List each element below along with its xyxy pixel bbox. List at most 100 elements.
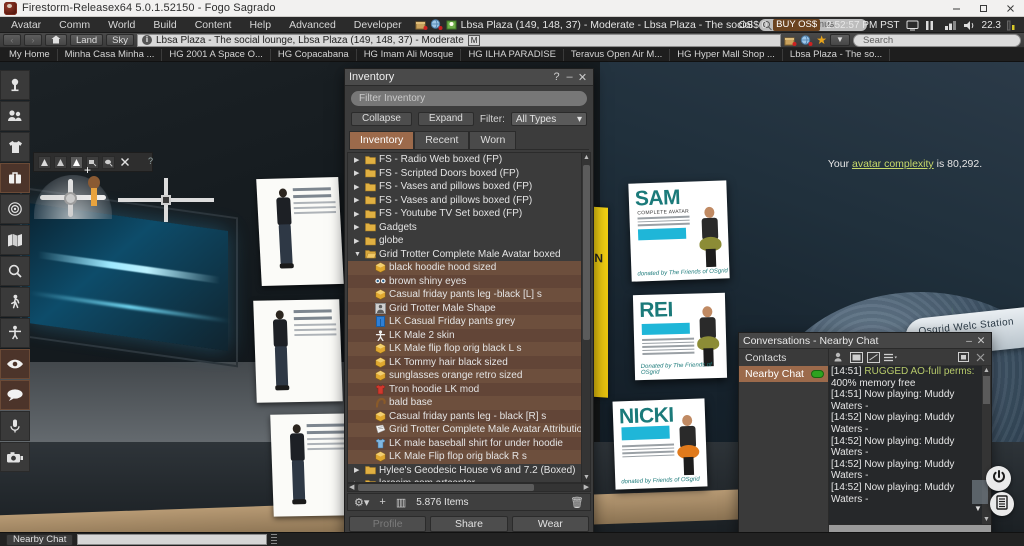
- home-icon[interactable]: [45, 34, 67, 46]
- location-input[interactable]: i Lbsa Plaza - The social lounge, Lbsa P…: [136, 33, 782, 47]
- buy-currency-button[interactable]: BUY OS$: [773, 19, 821, 31]
- toolbar-button-avatar-profile[interactable]: [0, 70, 30, 100]
- tab-worn[interactable]: Worn: [469, 131, 517, 149]
- resize-grip[interactable]: [271, 534, 278, 545]
- nearby-chat-input[interactable]: [77, 534, 268, 545]
- favorite-star-icon[interactable]: ★: [816, 34, 827, 46]
- filter-type-select[interactable]: All Types ▾: [510, 112, 587, 126]
- menu-item-build[interactable]: Build: [144, 17, 185, 33]
- conversations-window[interactable]: Conversations - Nearby Chat – ✕ Contacts…: [738, 332, 992, 542]
- toolbar-button-people[interactable]: [0, 101, 30, 131]
- toolbar-button-chat[interactable]: [0, 380, 30, 410]
- inventory-item[interactable]: LK Male flip flop orig black L s: [348, 342, 590, 356]
- package-icon[interactable]: [415, 18, 428, 31]
- close-icon[interactable]: [118, 156, 131, 169]
- chevron-right-icon[interactable]: ▶: [354, 237, 362, 245]
- screen-icon[interactable]: [906, 20, 919, 31]
- menu-item-advanced[interactable]: Advanced: [280, 17, 345, 33]
- menu-item-comm[interactable]: Comm: [50, 17, 99, 33]
- power-button[interactable]: [986, 466, 1011, 491]
- nav-back-button[interactable]: ‹: [3, 34, 21, 46]
- menu-item-help[interactable]: Help: [240, 17, 280, 33]
- favorite-item-2[interactable]: HG 2001 A Space O...: [162, 48, 271, 61]
- orbit-icon[interactable]: [38, 155, 51, 169]
- chevron-right-icon[interactable]: ▶: [354, 223, 362, 231]
- object-view-icon[interactable]: [102, 155, 115, 169]
- nav-forward-button[interactable]: ›: [24, 34, 42, 46]
- chevron-right-icon[interactable]: ▶: [354, 466, 362, 474]
- favorite-item-3[interactable]: HG Copacabana: [271, 48, 357, 61]
- inventory-item[interactable]: Casual friday pants leg -black [L] s: [348, 288, 590, 302]
- collapse-button[interactable]: Collapse: [351, 112, 412, 126]
- chevron-right-icon[interactable]: ▶: [354, 196, 362, 204]
- scroll-thumb[interactable]: [983, 376, 990, 404]
- plus-icon[interactable]: +: [379, 496, 385, 508]
- inventory-filter-input[interactable]: Filter Inventory: [351, 91, 587, 106]
- toolbar-button-move[interactable]: [0, 287, 30, 317]
- scroll-down-arrow[interactable]: ▼: [583, 474, 590, 481]
- sky-button[interactable]: Sky: [106, 34, 134, 46]
- camera-controls-floater[interactable]: [33, 152, 153, 172]
- toolbar-button-map[interactable]: [0, 225, 30, 255]
- pause-icon[interactable]: [925, 20, 938, 31]
- expand-icon[interactable]: [957, 351, 970, 363]
- profile-button[interactable]: Profile: [349, 516, 427, 532]
- camera-pan-control[interactable]: [118, 178, 214, 222]
- inventory-item[interactable]: ▶ FS - Vases and pillows boxed (FP): [348, 194, 590, 208]
- inventory-list[interactable]: ▶ FS - Radio Web boxed (FP) ▶ FS - Scripted…: [347, 152, 591, 483]
- package-icon-nav[interactable]: [784, 34, 797, 47]
- favorite-item-4[interactable]: HG Imam Ali Mosque: [357, 48, 462, 61]
- chevron-down-icon[interactable]: ▼: [830, 34, 850, 46]
- inventory-item[interactable]: LK male baseball shirt for under hoodie: [348, 436, 590, 450]
- inventory-item[interactable]: ▶ globe: [348, 234, 590, 248]
- inventory-item[interactable]: ▶ Gadgets: [348, 221, 590, 235]
- close-icon[interactable]: ✕: [576, 71, 589, 84]
- inventory-item[interactable]: bald base: [348, 396, 590, 410]
- chat-icon[interactable]: [867, 351, 880, 363]
- chevron-down-icon[interactable]: ▼: [974, 504, 982, 513]
- minimize-icon[interactable]: –: [563, 71, 576, 83]
- zoom-icon[interactable]: [70, 155, 83, 169]
- inventory-item[interactable]: sunglasses orange retro sized: [348, 369, 590, 383]
- scroll-up-arrow[interactable]: ▲: [983, 367, 990, 374]
- inventory-item[interactable]: ▶ FS - Youtube TV Set boxed (FP): [348, 207, 590, 221]
- toolbar-button-appearance[interactable]: [0, 132, 30, 162]
- chevron-right-icon[interactable]: ▶: [354, 210, 362, 218]
- search-input[interactable]: Search: [853, 33, 1021, 47]
- side-panel-handle[interactable]: [972, 480, 988, 504]
- favorite-item-0[interactable]: My Home: [2, 48, 58, 61]
- inventory-item[interactable]: Casual friday pants leg - black [R] s: [348, 409, 590, 423]
- pan-icon[interactable]: [54, 155, 67, 169]
- inventory-titlebar[interactable]: Inventory ? – ✕: [345, 69, 593, 86]
- scroll-thumb-h[interactable]: [358, 484, 534, 491]
- chevron-down-icon[interactable]: ▼: [354, 251, 362, 258]
- help-icon[interactable]: ?: [550, 71, 563, 83]
- toolbar-button-stand[interactable]: [0, 318, 30, 348]
- toolbar-button-inventory[interactable]: [0, 163, 30, 193]
- scroll-up-arrow[interactable]: ▲: [583, 154, 590, 161]
- toolbar-button-radar[interactable]: [0, 194, 30, 224]
- network-icon[interactable]: [944, 20, 957, 31]
- favorite-item-1[interactable]: Minha Casa Minha ...: [58, 48, 163, 61]
- volume-icon[interactable]: [963, 20, 976, 31]
- inventory-item[interactable]: black hoodie hood sized: [348, 261, 590, 275]
- inventory-item[interactable]: brown shiny eyes: [348, 274, 590, 288]
- inventory-item[interactable]: Grid Trotter Complete Male Avatar Attrib…: [348, 423, 590, 437]
- menu-item-world[interactable]: World: [99, 17, 144, 33]
- favorite-item-5[interactable]: HG ILHA PARADISE: [461, 48, 564, 61]
- menu-button[interactable]: [990, 492, 1014, 516]
- close-tab-icon[interactable]: [974, 351, 987, 363]
- inventory-item[interactable]: LK Male 2 skin: [348, 328, 590, 342]
- favorite-item-7[interactable]: HG Hyper Mall Shop ...: [670, 48, 783, 61]
- gear-icon[interactable]: ⚙▾: [354, 496, 369, 509]
- inventory-window[interactable]: Inventory ? – ✕ Filter Inventory Collaps…: [344, 68, 594, 538]
- globe-icon[interactable]: [430, 18, 443, 31]
- chat-log[interactable]: [14:51] RUGGED AO-full perms: 400% memory…: [829, 366, 982, 524]
- scroll-thumb[interactable]: [583, 165, 590, 340]
- menu-item-avatar[interactable]: Avatar: [0, 17, 50, 33]
- add-person-icon[interactable]: [833, 351, 846, 363]
- land-button[interactable]: Land: [70, 34, 104, 46]
- wear-button[interactable]: Wear: [511, 516, 589, 532]
- inventory-item[interactable]: Grid Trotter Male Shape: [348, 301, 590, 315]
- im-icon[interactable]: [850, 351, 863, 363]
